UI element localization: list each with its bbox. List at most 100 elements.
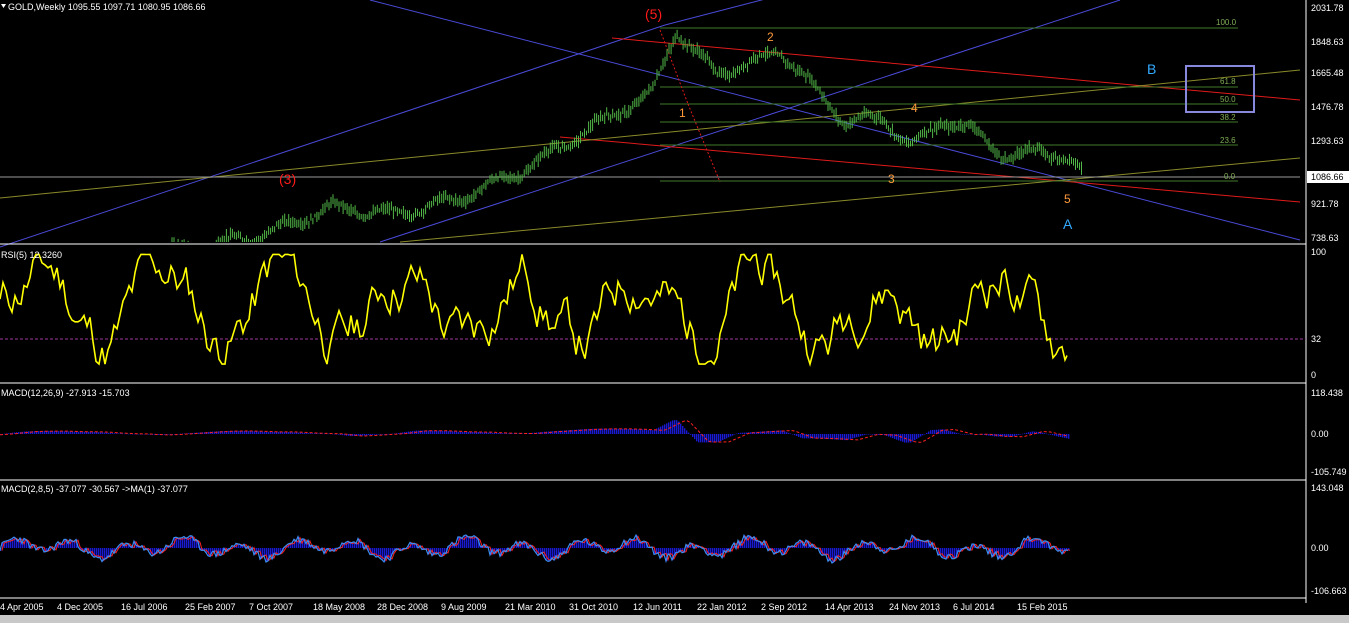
- macd1-histogram-bar: [306, 433, 308, 434]
- macd1-histogram-bar: [794, 434, 796, 436]
- rsi-level-32: 32: [1311, 334, 1321, 344]
- macd1-histogram-bar: [582, 429, 584, 434]
- macd1-histogram-bar: [952, 431, 954, 434]
- macd1-histogram-bar: [38, 431, 40, 434]
- macd2-histogram-bar: [632, 539, 634, 548]
- macd1-histogram-bar: [684, 428, 686, 434]
- price-header: GOLD,Weekly 1095.55 1097.71 1080.95 1086…: [8, 2, 205, 12]
- macd1-histogram-bar: [368, 434, 370, 436]
- macd1-histogram-bar: [966, 434, 968, 435]
- time-label-7: 9 Aug 2009: [441, 602, 487, 612]
- macd1-histogram-bar: [924, 434, 926, 435]
- macd1-histogram-bar: [730, 434, 732, 437]
- macd1-histogram-bar: [254, 431, 256, 434]
- wave-label-3: 3: [888, 172, 895, 186]
- macd1-histogram-bar: [624, 428, 626, 434]
- macd1-histogram-bar: [362, 434, 364, 436]
- macd1-histogram-bar: [1016, 434, 1018, 436]
- macd2-histogram-bar: [954, 548, 956, 559]
- macd1-histogram-bar: [112, 433, 114, 434]
- macd2-histogram-bar: [472, 536, 474, 548]
- macd1-histogram-bar: [690, 434, 692, 435]
- macd1-histogram-bar: [358, 434, 360, 436]
- macd1-histogram-bar: [646, 429, 648, 434]
- macd2-histogram-bar: [664, 548, 666, 555]
- macd1-histogram-bar: [138, 434, 140, 435]
- macd1-histogram-bar: [726, 434, 728, 439]
- macd1-histogram-bar: [1032, 431, 1034, 434]
- macd1-histogram-bar: [732, 434, 734, 436]
- macd1-histogram-bar: [736, 433, 738, 435]
- macd1-histogram-bar: [408, 431, 410, 434]
- macd1-histogram-bar: [382, 434, 384, 435]
- macd1-histogram-bar: [858, 434, 860, 437]
- macd2-histogram-bar: [18, 541, 20, 548]
- macd1-histogram-bar: [168, 434, 170, 435]
- macd1-histogram-bar: [398, 433, 400, 434]
- macd1-histogram-bar: [28, 431, 30, 434]
- macd1-histogram-bar: [946, 430, 948, 434]
- macd1-level-bottom: -105.749: [1311, 467, 1347, 477]
- macd1-histogram-bar: [1044, 433, 1046, 434]
- macd1-histogram-bar: [250, 431, 252, 434]
- macd1-histogram-bar: [998, 434, 1000, 437]
- macd2-histogram-bar: [72, 541, 74, 548]
- macd2-histogram-bar: [720, 548, 722, 555]
- macd2-header: MACD(2,8,5) -37.077 -30.567 ->MA(1) -37.…: [1, 484, 188, 494]
- macd1-histogram-bar: [422, 430, 424, 434]
- macd1-histogram-bar: [796, 434, 798, 436]
- macd1-histogram-bar: [616, 428, 618, 434]
- macd1-histogram-bar: [1018, 434, 1020, 435]
- macd1-histogram-bar: [466, 431, 468, 434]
- macd1-histogram-bar: [498, 433, 500, 434]
- macd1-histogram-bar: [834, 434, 836, 440]
- macd1-histogram-bar: [870, 434, 872, 435]
- macd1-histogram-bar: [1056, 434, 1058, 437]
- macd1-histogram-bar: [120, 433, 122, 434]
- macd1-histogram-bar: [712, 434, 714, 443]
- time-label-8: 21 Mar 2010: [505, 602, 556, 612]
- macd2-histogram-bar: [948, 548, 950, 555]
- macd1-histogram-bar: [734, 434, 736, 435]
- macd1-histogram-bar: [810, 434, 812, 439]
- wave-label-3-major: (3): [279, 171, 296, 187]
- macd2-histogram-bar: [640, 542, 642, 548]
- chart-tab-bar[interactable]: [0, 615, 1349, 623]
- macd2-level-bottom: -106.663: [1311, 586, 1347, 596]
- macd2-histogram-bar: [470, 536, 472, 548]
- macd2-histogram-bar: [1038, 538, 1040, 548]
- macd2-histogram-bar: [714, 548, 716, 554]
- macd1-histogram-bar: [496, 432, 498, 434]
- macd2-histogram-bar: [462, 538, 464, 548]
- macd1-histogram-bar: [1014, 434, 1016, 437]
- macd1-histogram-bar: [716, 434, 718, 443]
- macd1-histogram-bar: [460, 431, 462, 434]
- macd1-histogram-bar: [348, 434, 350, 436]
- macd1-histogram-bar: [278, 431, 280, 434]
- macd1-histogram-bar: [188, 433, 190, 434]
- macd1-histogram-bar: [724, 434, 726, 440]
- macd1-histogram-bar: [912, 434, 914, 442]
- macd1-histogram-bar: [450, 431, 452, 434]
- time-label-10: 12 Jun 2011: [633, 602, 682, 612]
- macd1-histogram-bar: [902, 434, 904, 442]
- time-axis[interactable]: 4 Apr 2005 4 Dec 2005 16 Jul 2006 25 Feb…: [0, 602, 1068, 612]
- macd1-histogram-bar: [432, 430, 434, 434]
- fib-label-0: 0.0: [1224, 172, 1236, 181]
- time-label-1: 4 Dec 2005: [57, 602, 103, 612]
- macd1-histogram-bar: [114, 433, 116, 434]
- macd2-histogram-bar: [746, 539, 748, 548]
- macd1-histogram-bar: [680, 423, 682, 434]
- macd1-histogram-bar: [502, 433, 504, 434]
- macd1-histogram-bar: [110, 433, 112, 434]
- time-label-6: 28 Dec 2008: [377, 602, 428, 612]
- macd1-histogram-bar: [742, 432, 744, 434]
- macd1-histogram-bar: [872, 434, 874, 435]
- macd1-histogram-bar: [304, 432, 306, 434]
- macd1-histogram-bar: [1022, 433, 1024, 435]
- chart-window[interactable]: 100.0 61.8 50.0 38.2 23.6 0.0 (5) (3) 1 …: [0, 0, 1349, 623]
- price-level-4: 1476.78: [1311, 102, 1344, 112]
- macd1-histogram-bar: [914, 434, 916, 441]
- macd1-histogram-bar: [850, 434, 852, 439]
- macd1-histogram-bar: [318, 433, 320, 434]
